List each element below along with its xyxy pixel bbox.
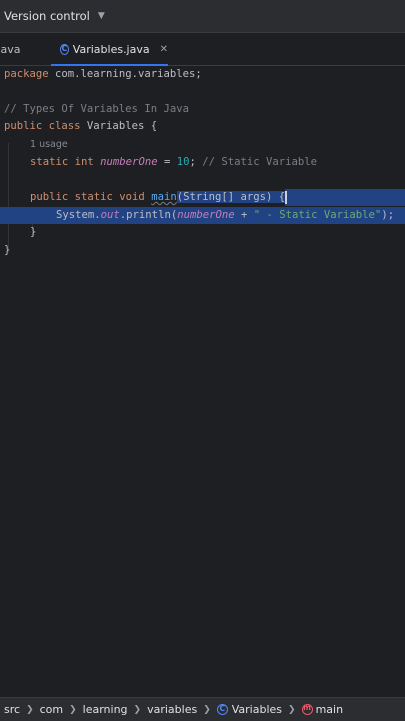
code-editor[interactable]: package com.learning.variables; // Types… [0,66,405,696]
chevron-right-icon: ❯ [26,704,34,715]
class-icon [60,43,69,55]
version-control-label: Version control [4,9,90,23]
breadcrumb-method[interactable]: main [316,703,343,716]
breadcrumb-variables[interactable]: variables [147,703,197,716]
breadcrumb-class[interactable]: Variables [232,703,282,716]
tab-variables-java[interactable]: Variables.java ✕ [51,33,168,66]
tab-previous-file[interactable]: .java [0,33,21,65]
code-line-10: } [4,244,11,256]
code-line-4: public class Variables { [4,120,158,132]
code-line-7: public static void main(String[] args) { [30,190,287,204]
code-line-5: static int numberOne = 10; // Static Var… [30,156,318,168]
breadcrumb: src ❯ com ❯ learning ❯ variables ❯ Varia… [0,697,405,721]
tab-label: .java [0,42,21,56]
breadcrumb-com[interactable]: com [40,703,64,716]
chevron-down-icon: ▼ [97,11,105,21]
chevron-right-icon: ❯ [69,704,77,715]
tab-label: Variables.java [72,42,150,56]
method-icon [301,703,313,715]
code-line-3: // Types Of Variables In Java [4,103,189,115]
breadcrumb-learning[interactable]: learning [83,703,128,716]
breadcrumb-src[interactable]: src [4,703,20,716]
chevron-right-icon: ❯ [203,704,211,715]
usage-hint[interactable]: 1 usage [30,136,68,153]
text-caret [285,190,287,204]
version-control-menu[interactable]: Version control ▼ [4,9,105,23]
chevron-right-icon: ❯ [288,704,296,715]
editor-tabs: .java Variables.java ✕ [0,33,405,66]
class-icon [216,704,228,715]
code-line-1: package com.learning.variables; [4,68,202,80]
close-icon[interactable]: ✕ [160,44,168,55]
selection-start: (String[] args) { [176,191,286,203]
top-toolbar: Version control ▼ [0,0,405,33]
code-line-8: System.out.println(numberOne + " - Stati… [0,207,405,224]
chevron-right-icon: ❯ [133,704,142,715]
code-line-9: } [30,226,37,238]
